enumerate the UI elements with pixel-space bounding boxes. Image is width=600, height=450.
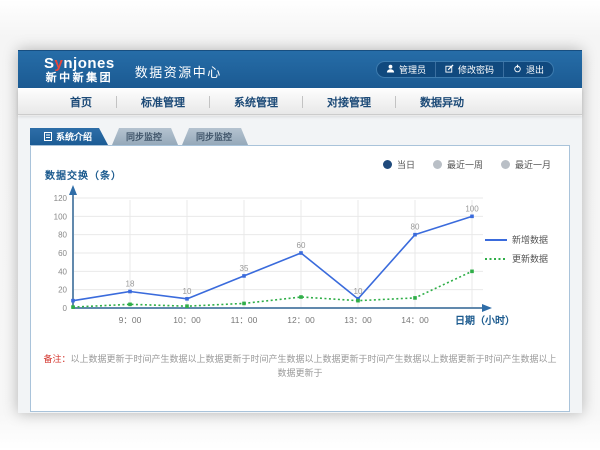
- radio-last-week[interactable]: 最近一周: [433, 158, 483, 171]
- tab-label: 同步监控: [126, 130, 162, 143]
- svg-text:更新数据: 更新数据: [512, 253, 548, 264]
- logout-button[interactable]: 退出: [503, 62, 553, 77]
- tab-label: 系统介绍: [56, 130, 92, 143]
- nav-item-home[interactable]: 首页: [46, 94, 116, 110]
- svg-text:新增数据: 新增数据: [512, 234, 548, 245]
- page-title: 数据资源中心: [135, 58, 222, 81]
- document-icon: [44, 132, 52, 141]
- logout-label: 退出: [526, 63, 544, 76]
- radio-icon: [433, 160, 442, 169]
- brand-wordmark: Synjones: [44, 56, 115, 71]
- svg-text:12：00: 12：00: [287, 315, 315, 325]
- svg-text:13：00: 13：00: [344, 315, 372, 325]
- svg-text:100: 100: [54, 212, 68, 221]
- main-nav: 首页 标准管理 系统管理 对接管理 数据异动: [18, 88, 582, 115]
- radio-icon: [501, 160, 510, 169]
- svg-text:0: 0: [63, 304, 68, 313]
- footnote-text: 以上数据更新于时间产生数据以上数据更新于时间产生数据以上数据更新于时间产生数据以…: [71, 354, 557, 378]
- radio-label: 当日: [397, 158, 415, 171]
- svg-text:10: 10: [183, 287, 192, 296]
- svg-text:18: 18: [126, 280, 135, 289]
- company-name: 新中新集团: [44, 73, 115, 84]
- svg-text:80: 80: [58, 231, 67, 240]
- tab-sync-monitor-2[interactable]: 同步监控: [182, 128, 248, 145]
- nav-item-data-change[interactable]: 数据异动: [396, 94, 488, 110]
- app-window: Synjones 新中新集团 数据资源中心 管理员 修改密码 退出: [18, 50, 582, 413]
- user-label: 管理员: [399, 63, 426, 76]
- chart-panel: 当日 最近一周 最近一月 数据交换（条） 0 20 40 60 80 100 120 9：00…: [30, 145, 570, 412]
- svg-text:120: 120: [54, 194, 68, 203]
- company-logo: Synjones 新中新集团: [44, 56, 115, 84]
- tab-system-intro[interactable]: 系统介绍: [30, 128, 108, 145]
- footnote: 备注：以上数据更新于时间产生数据以上数据更新于时间产生数据以上数据更新于时间产生…: [41, 353, 559, 380]
- radio-icon: [383, 160, 392, 169]
- radio-today[interactable]: 当日: [383, 158, 415, 171]
- tab-label: 同步监控: [196, 130, 232, 143]
- svg-text:10: 10: [354, 287, 363, 296]
- user-menu-button[interactable]: 管理员: [377, 62, 435, 77]
- footnote-prefix: 备注：: [43, 354, 70, 364]
- nav-item-standard-mgmt[interactable]: 标准管理: [117, 94, 209, 110]
- svg-text:40: 40: [58, 267, 67, 276]
- svg-text:100: 100: [465, 204, 479, 213]
- svg-text:10：00: 10：00: [173, 315, 201, 325]
- svg-text:11：00: 11：00: [231, 315, 258, 325]
- content-area: 系统介绍 同步监控 同步监控 当日 最近一周: [18, 116, 582, 413]
- power-icon: [513, 64, 522, 75]
- tab-bar: 系统介绍 同步监控 同步监控: [30, 128, 570, 145]
- y-axis-title: 数据交换（条）: [45, 167, 122, 182]
- nav-item-system-mgmt[interactable]: 系统管理: [210, 94, 302, 110]
- radio-label: 最近一周: [447, 158, 483, 171]
- svg-text:60: 60: [58, 249, 67, 258]
- svg-text:35: 35: [240, 264, 249, 273]
- radio-label: 最近一月: [515, 158, 551, 171]
- user-icon: [386, 64, 395, 75]
- svg-text:14：00: 14：00: [401, 315, 429, 325]
- user-action-bar: 管理员 修改密码 退出: [376, 61, 554, 78]
- change-password-button[interactable]: 修改密码: [435, 62, 503, 77]
- svg-text:80: 80: [411, 223, 420, 232]
- time-range-options: 当日 最近一周 最近一月: [383, 158, 551, 171]
- svg-text:日期（小时）: 日期（小时）: [455, 314, 515, 327]
- radio-last-month[interactable]: 最近一月: [501, 158, 551, 171]
- edit-icon: [445, 64, 454, 75]
- change-password-label: 修改密码: [458, 63, 494, 76]
- svg-text:60: 60: [297, 241, 306, 250]
- tab-sync-monitor-1[interactable]: 同步监控: [112, 128, 178, 145]
- line-chart: 0 20 40 60 80 100 120 9：00 10：00 11：00 12：00 13：00 1…: [35, 182, 575, 342]
- svg-text:20: 20: [58, 286, 67, 295]
- svg-text:9：00: 9：00: [119, 315, 142, 325]
- nav-item-interface-mgmt[interactable]: 对接管理: [303, 94, 395, 110]
- app-header: Synjones 新中新集团 数据资源中心 管理员 修改密码 退出: [18, 50, 582, 88]
